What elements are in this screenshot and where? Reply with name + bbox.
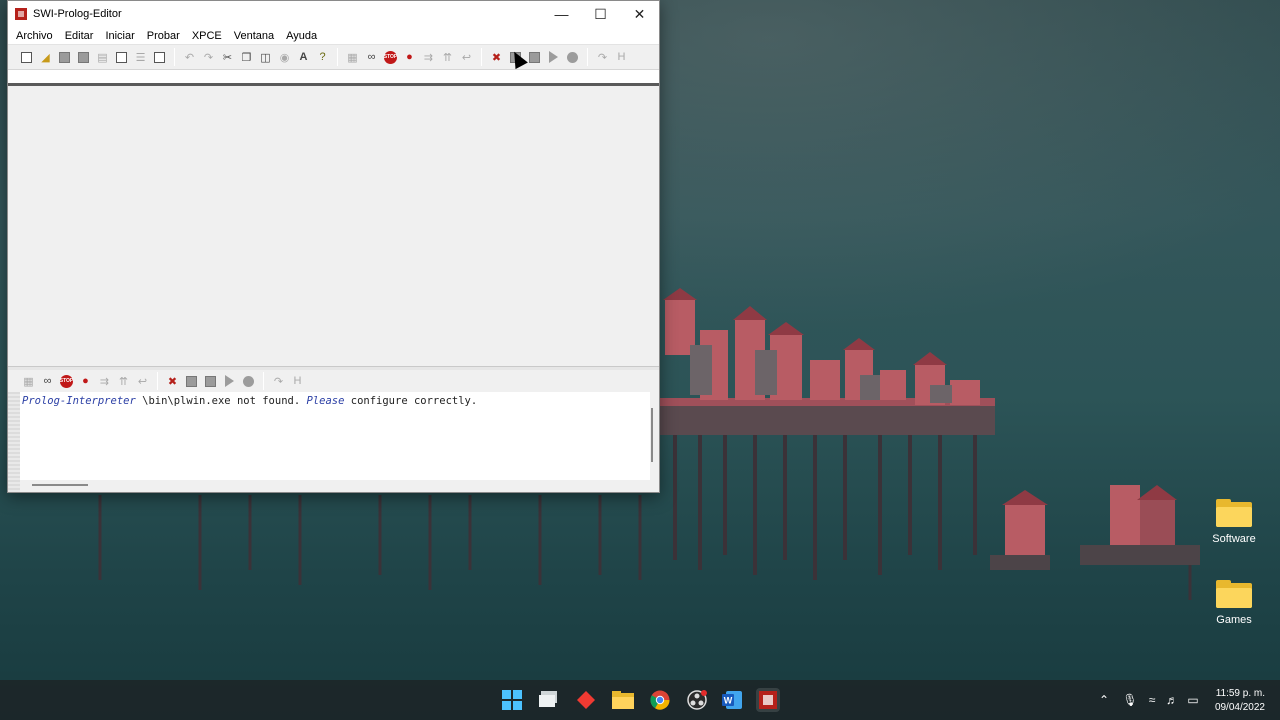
print-icon[interactable]: ▤	[94, 49, 111, 66]
record-icon[interactable]	[564, 49, 581, 66]
desktop-icon-label: Software	[1212, 533, 1256, 545]
console-keyword: Please	[306, 395, 345, 407]
open-folder-icon[interactable]: ◢	[37, 49, 54, 66]
menu-bar: Archivo Editar Iniciar Probar XPCE Venta…	[8, 27, 659, 45]
menu-iniciar[interactable]: Iniciar	[99, 30, 140, 42]
abort-icon[interactable]: ●	[401, 49, 418, 66]
leave-icon[interactable]: ↩	[458, 49, 475, 66]
console-vertical-scrollbar[interactable]	[651, 408, 653, 462]
find-icon[interactable]: ◉	[276, 49, 293, 66]
save-all-icon[interactable]	[75, 49, 92, 66]
save-icon[interactable]	[56, 49, 73, 66]
window-icon[interactable]	[113, 49, 130, 66]
desktop-icon-label: Games	[1216, 614, 1252, 626]
window-title: SWI-Prolog-Editor	[33, 8, 122, 20]
properties-icon[interactable]	[151, 49, 168, 66]
title-bar[interactable]: SWI-Prolog-Editor — ☐ ✕	[8, 1, 659, 27]
editor-area[interactable]	[8, 92, 659, 366]
compile-icon[interactable]	[183, 373, 200, 390]
run-icon[interactable]	[221, 373, 238, 390]
leave-icon[interactable]: ↩	[134, 373, 151, 390]
folder-icon	[1216, 499, 1252, 527]
console-text: configure correctly.	[344, 395, 478, 407]
menu-archivo[interactable]: Archivo	[10, 30, 59, 42]
list-icon[interactable]: ☰	[132, 49, 149, 66]
font-icon[interactable]: A	[295, 49, 312, 66]
spy-icon[interactable]: ∞	[39, 373, 56, 390]
history-icon[interactable]: H	[289, 373, 306, 390]
spy-icon[interactable]: ∞	[363, 49, 380, 66]
compile-all-icon[interactable]	[202, 373, 219, 390]
step-icon[interactable]: ⇉	[96, 373, 113, 390]
taskbar: W ⌃ 🎙 ≈ ♬ ▭ 11:59 p. m. 09/04/2022	[0, 680, 1280, 720]
battery-icon[interactable]: ▭	[1182, 693, 1204, 707]
microphone-icon[interactable]: 🎙	[1118, 693, 1142, 707]
console-text: \bin\plwin.exe not found.	[135, 395, 307, 407]
help-icon[interactable]: ?	[314, 49, 331, 66]
anydesk-icon[interactable]	[574, 688, 598, 712]
run-icon[interactable]	[545, 49, 562, 66]
copy-icon[interactable]: ❐	[238, 49, 255, 66]
desktop-icon-games[interactable]: Games	[1199, 580, 1269, 626]
interpreter-icon[interactable]: ✖	[164, 373, 181, 390]
editor-window[interactable]: SWI-Prolog-Editor — ☐ ✕ Archivo Editar I…	[7, 0, 660, 493]
menu-editar[interactable]: Editar	[59, 30, 100, 42]
task-view-icon[interactable]	[537, 688, 561, 712]
menu-ayuda[interactable]: Ayuda	[280, 30, 323, 42]
menu-probar[interactable]: Probar	[141, 30, 186, 42]
wifi-icon[interactable]: ≈	[1142, 693, 1162, 707]
windows-start-icon[interactable]	[500, 688, 524, 712]
folder-icon	[1216, 580, 1252, 608]
clock-date: 09/04/2022	[1214, 702, 1265, 713]
svg-text:W: W	[724, 696, 733, 706]
skip-icon[interactable]: ⇈	[439, 49, 456, 66]
consult-icon[interactable]: ▦	[20, 373, 37, 390]
word-icon[interactable]: W	[720, 688, 744, 712]
console-toolbar: ▦ ∞ STOP ● ⇉ ⇈ ↩ ✖ ↷ H	[8, 370, 659, 392]
file-explorer-icon[interactable]	[611, 688, 635, 712]
paste-icon[interactable]: ◫	[257, 49, 274, 66]
chrome-icon[interactable]	[648, 688, 672, 712]
compile-all-icon[interactable]	[526, 49, 543, 66]
close-button[interactable]: ✕	[620, 1, 659, 27]
console-output[interactable]: Prolog-Interpreter \bin\plwin.exe not fo…	[20, 392, 650, 480]
maximize-button[interactable]: ☐	[581, 1, 620, 27]
volume-icon[interactable]: ♬	[1162, 693, 1182, 707]
record-icon[interactable]	[240, 373, 257, 390]
new-file-icon[interactable]	[18, 49, 35, 66]
menu-xpce[interactable]: XPCE	[186, 30, 228, 42]
obs-icon[interactable]	[685, 688, 709, 712]
chevron-up-icon[interactable]: ⌃	[1096, 693, 1112, 707]
undo-icon[interactable]: ↶	[181, 49, 198, 66]
stop-icon[interactable]: STOP	[58, 373, 75, 390]
swi-prolog-icon	[15, 8, 27, 20]
console-horizontal-scrollbar[interactable]	[32, 484, 88, 486]
swi-prolog-editor-taskbar-icon[interactable]	[756, 688, 780, 712]
stop-icon[interactable]: STOP	[382, 49, 399, 66]
minimize-button[interactable]: —	[542, 1, 581, 27]
redo-query-icon[interactable]: ↷	[270, 373, 287, 390]
step-icon[interactable]: ⇉	[420, 49, 437, 66]
consult-icon[interactable]: ▦	[344, 49, 361, 66]
redo-icon[interactable]: ↷	[200, 49, 217, 66]
abort-icon[interactable]: ●	[77, 373, 94, 390]
file-tabs[interactable]	[8, 70, 659, 86]
menu-ventana[interactable]: Ventana	[228, 30, 280, 42]
clock-time: 11:59 p. m.	[1215, 688, 1265, 699]
console-keyword: Prolog-Interpreter	[22, 395, 136, 407]
cut-icon[interactable]: ✂	[219, 49, 236, 66]
skip-icon[interactable]: ⇈	[115, 373, 132, 390]
main-toolbar: ◢ ▤ ☰ ↶ ↷ ✂ ❐ ◫ ◉ A ? ▦ ∞ STOP ● ⇉ ⇈ ↩ ✖…	[8, 45, 659, 70]
desktop-icon-software[interactable]: Software	[1199, 499, 1269, 545]
system-tray: ⌃ 🎙 ≈ ♬ ▭	[1096, 680, 1204, 720]
interpreter-icon[interactable]: ✖	[488, 49, 505, 66]
clock[interactable]: 11:59 p. m. 09/04/2022	[1215, 687, 1265, 715]
history-icon[interactable]: H	[613, 49, 630, 66]
redo-query-icon[interactable]: ↷	[594, 49, 611, 66]
